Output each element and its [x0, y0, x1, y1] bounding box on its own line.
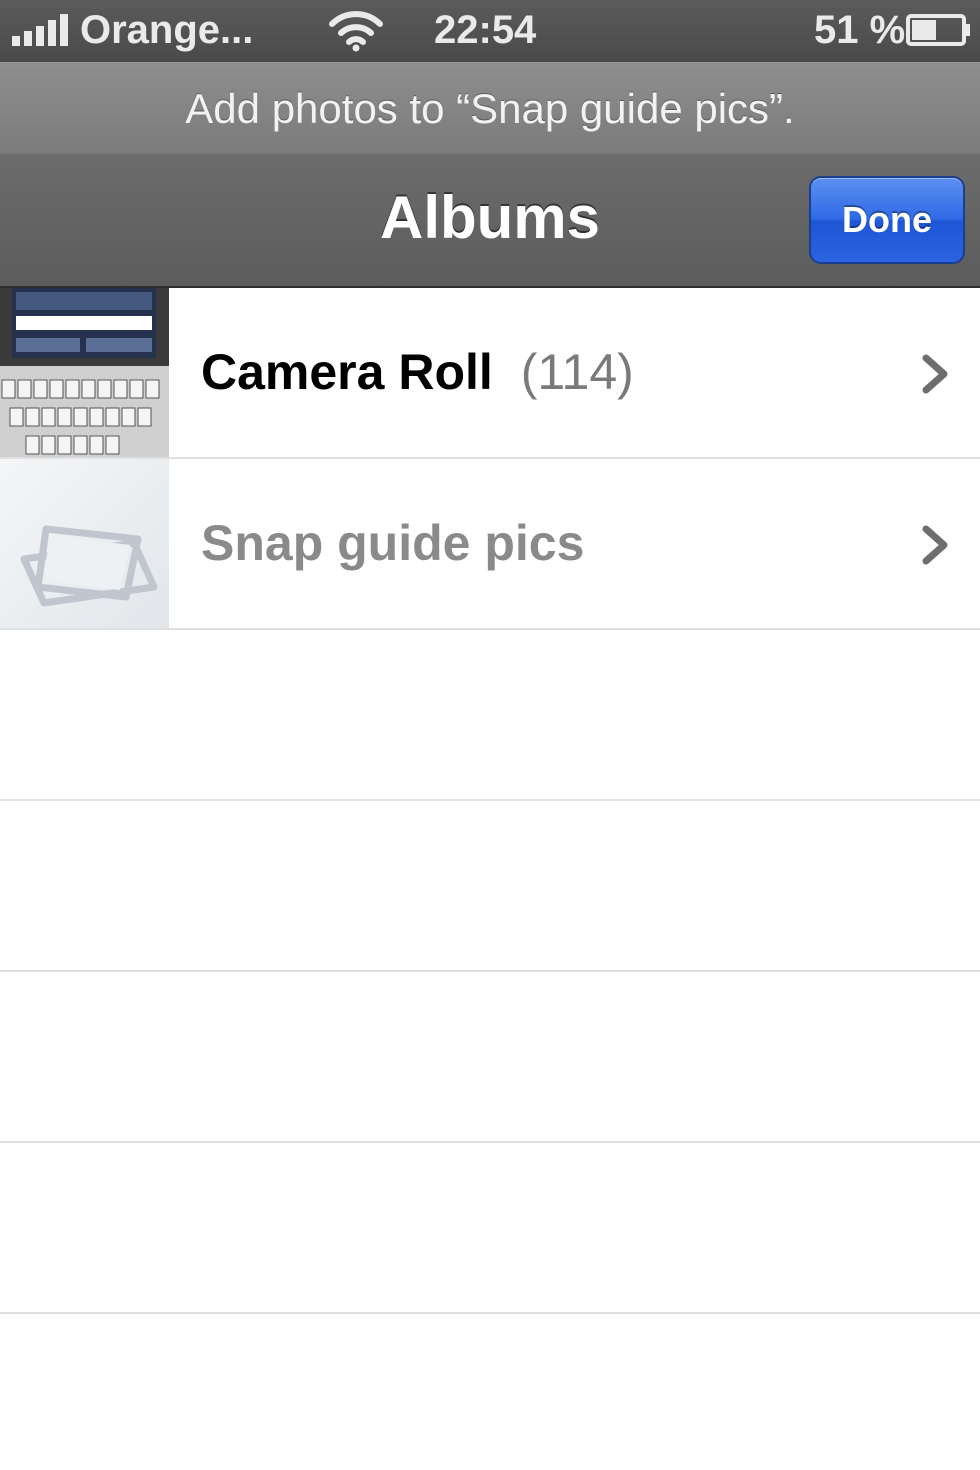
- status-bar: Orange... 22:54 51 %: [0, 0, 980, 62]
- done-button[interactable]: Done: [809, 176, 965, 264]
- camera-roll-thumbnail: [0, 288, 169, 457]
- album-row-snap-guide-pics[interactable]: Snap guide pics: [0, 459, 980, 630]
- album-title: Snap guide pics: [201, 459, 584, 628]
- chevron-right-icon: [922, 525, 948, 565]
- wifi-icon: [329, 11, 383, 52]
- album-name: Snap guide pics: [201, 515, 585, 571]
- signal-bars-icon: [12, 14, 68, 46]
- battery-icon: [906, 14, 970, 46]
- album-name: Camera Roll: [201, 344, 493, 400]
- clock-time: 22:54: [434, 8, 537, 52]
- prompt-text: Add photos to “Snap guide pics”.: [185, 85, 795, 132]
- album-row-camera-roll[interactable]: Camera Roll (114): [0, 288, 980, 459]
- album-count: (114): [520, 344, 634, 400]
- empty-list-row: [0, 801, 980, 972]
- empty-list-row: [0, 630, 980, 801]
- album-title: Camera Roll (114): [201, 288, 634, 457]
- prompt-bar: Add photos to “Snap guide pics”.: [0, 62, 980, 154]
- battery-percent: 51 %: [814, 8, 906, 52]
- carrier-name: Orange...: [80, 8, 254, 52]
- empty-list-row: [0, 1143, 980, 1314]
- chevron-right-icon: [922, 354, 948, 394]
- empty-list-row: [0, 972, 980, 1143]
- navigation-bar: Albums Done: [0, 154, 980, 288]
- albums-list: Camera Roll (114) Snap guide pics: [0, 288, 980, 1314]
- empty-album-icon: [0, 459, 169, 628]
